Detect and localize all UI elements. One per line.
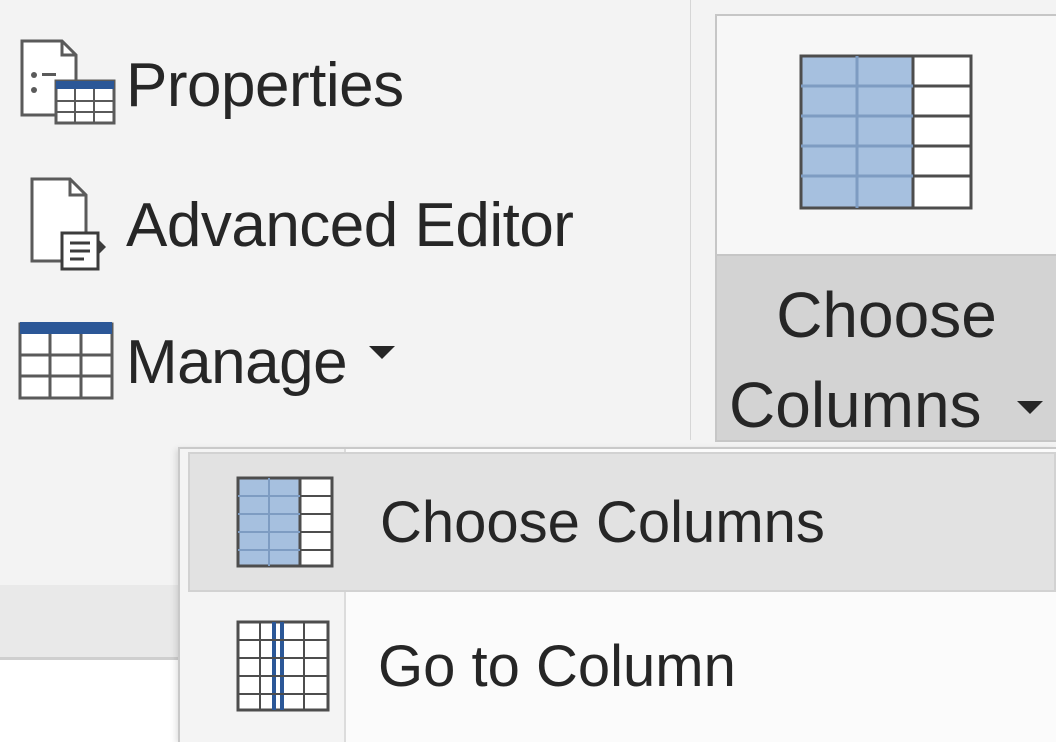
advanced-editor-button[interactable]: Advanced Editor <box>14 175 574 275</box>
choose-columns-label-line2: Columns <box>729 369 982 441</box>
choose-columns-icon <box>799 54 975 217</box>
choose-columns-split-button[interactable]: Choose Columns <box>715 14 1056 442</box>
chevron-down-icon <box>1017 401 1043 414</box>
choose-columns-label-line1: Choose <box>776 279 997 351</box>
menu-item-go-to-column-label: Go to Column <box>378 633 736 699</box>
properties-button[interactable]: Properties <box>14 35 404 135</box>
manage-button[interactable]: Manage <box>14 312 396 412</box>
advanced-editor-icon <box>14 175 126 275</box>
chevron-down-icon <box>369 345 396 359</box>
menu-item-choose-columns[interactable]: Choose Columns <box>188 452 1056 592</box>
manage-table-icon <box>14 312 126 412</box>
menu-item-go-to-column[interactable]: Go to Column <box>188 596 1056 736</box>
choose-columns-dropdown-menu: Choose Columns Go to Column <box>178 447 1056 742</box>
choose-columns-icon <box>190 452 380 592</box>
group-divider <box>690 0 691 440</box>
properties-label: Properties <box>126 50 404 120</box>
advanced-editor-label: Advanced Editor <box>126 190 574 260</box>
manage-label: Manage <box>126 327 348 397</box>
properties-icon <box>14 35 126 135</box>
choose-columns-button-top[interactable] <box>717 16 1056 254</box>
choose-columns-dropdown-toggle[interactable]: Choose Columns <box>717 254 1056 441</box>
go-to-column-icon <box>188 596 378 736</box>
menu-item-choose-columns-label: Choose Columns <box>380 489 825 555</box>
